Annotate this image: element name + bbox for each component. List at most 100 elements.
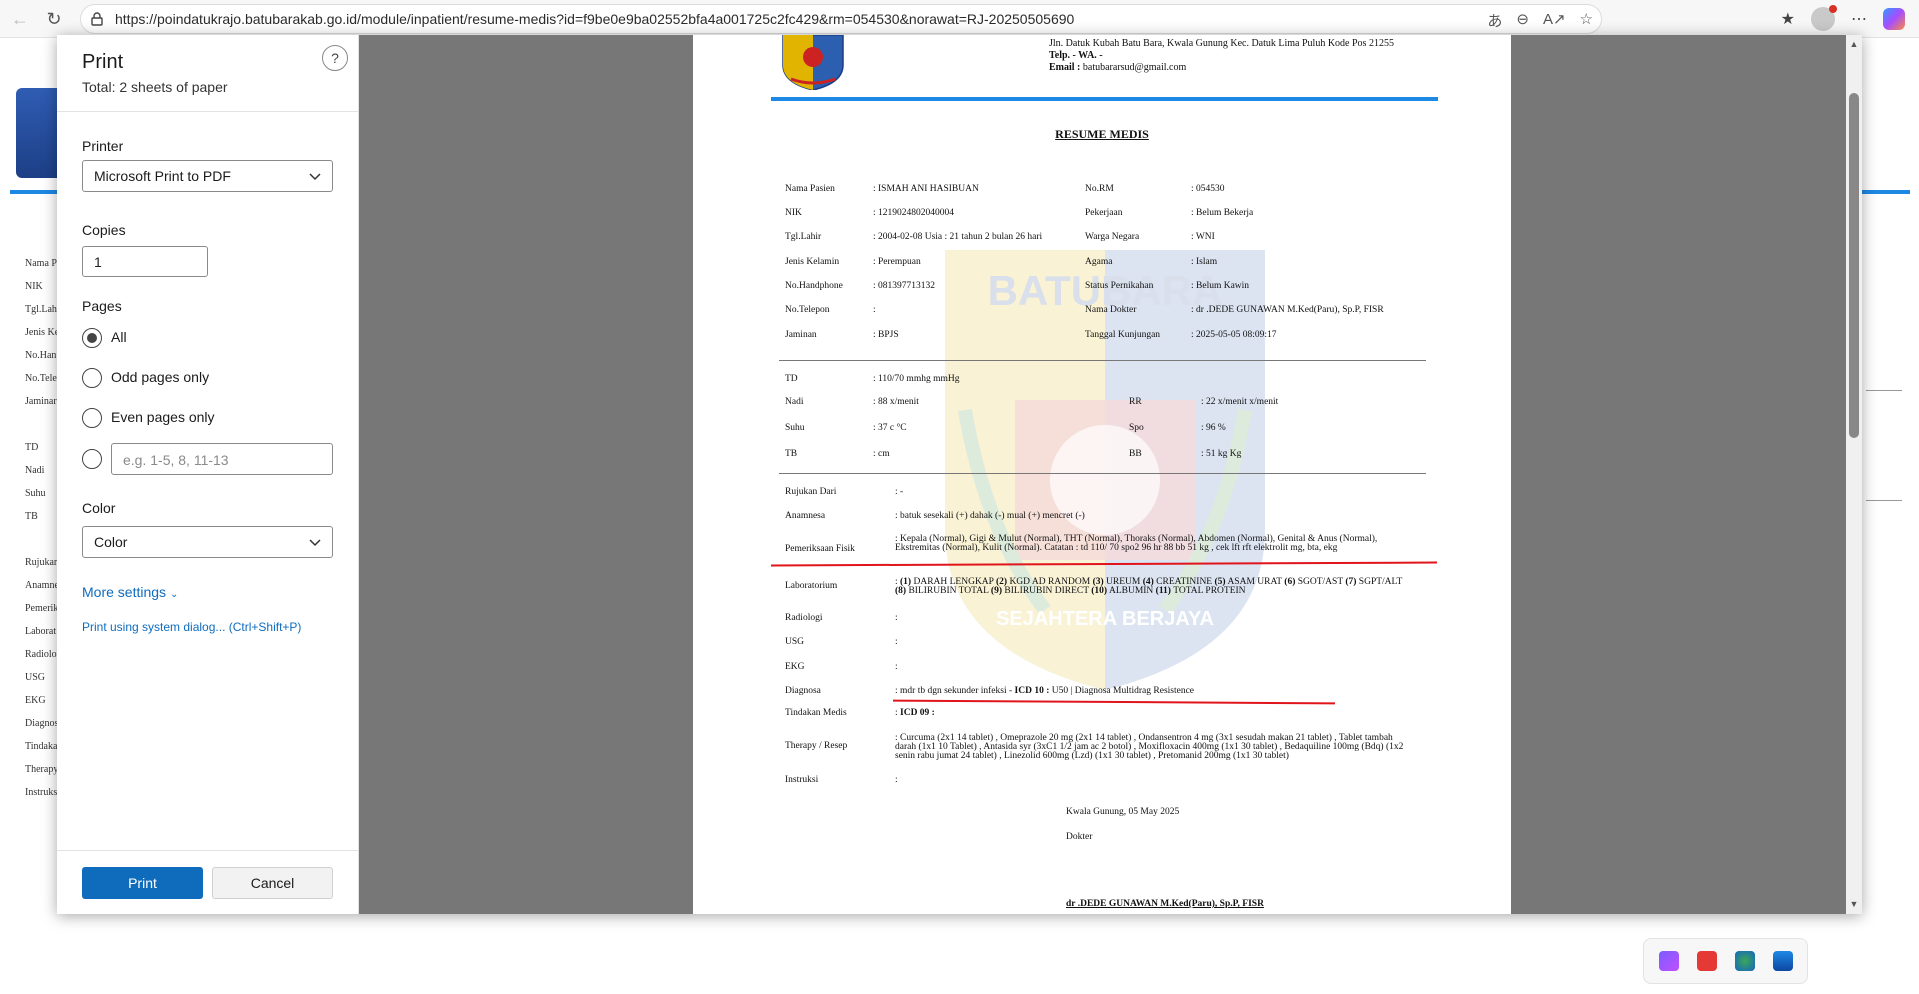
patient-label: No.Telepon	[785, 305, 830, 315]
signer-role: Dokter	[1066, 832, 1093, 842]
back-icon[interactable]: ←	[8, 7, 32, 31]
clinical-label: Instruksi	[785, 775, 819, 785]
favorites-icon[interactable]: ★	[1781, 9, 1795, 29]
color-select[interactable]: Color	[82, 526, 333, 558]
radio-custom[interactable]	[82, 449, 102, 469]
red-underline-annotation	[892, 699, 1336, 705]
clinical-label: Tindakan Medis	[785, 708, 847, 718]
patient-label: Tanggal Kunjungan	[1085, 330, 1161, 340]
bg-label: Tindaka	[25, 741, 58, 752]
chevron-down-icon: ⌄	[169, 589, 179, 600]
patient-value: : dr .DEDE GUNAWAN M.Ked(Paru), Sp.P, FI…	[1191, 305, 1384, 315]
help-button[interactable]: ?	[322, 45, 348, 71]
clinical-value: : batuk sesekali (+) dahak (-) mual (+) …	[895, 511, 1085, 521]
custom-pages-input[interactable]: e.g. 1-5, 8, 11-13	[111, 443, 333, 475]
scrollbar-thumb[interactable]	[1849, 93, 1859, 438]
read-aloud-icon[interactable]: A↗	[1543, 10, 1566, 31]
bg-label: Tgl.Lah	[25, 304, 57, 315]
clinical-label: Radiologi	[785, 613, 823, 623]
more-settings-label[interactable]: More settings	[82, 584, 166, 600]
lab-number: (10)	[1091, 586, 1108, 596]
radio-all-label[interactable]: All	[111, 329, 127, 345]
lab-item: SGPT/ALT	[1358, 577, 1403, 587]
scroll-up-icon[interactable]: ▲	[1849, 39, 1859, 49]
copies-input[interactable]: 1	[82, 246, 208, 277]
patient-label: Jenis Kelamin	[785, 257, 840, 267]
vital-label: Spo	[1129, 423, 1144, 433]
patient-label: Tgl.Lahir	[785, 232, 822, 242]
radio-even[interactable]	[82, 408, 102, 428]
address-bar[interactable]: https://poindatukrajo.batubarakab.go.id/…	[80, 4, 1602, 34]
patient-label: No.Handphone	[785, 281, 843, 291]
vital-value: : 96 %	[1201, 423, 1226, 433]
radio-all[interactable]	[82, 328, 102, 348]
pdf-extension-icon[interactable]	[1696, 951, 1717, 971]
clinical-label: Laboratorium	[785, 581, 838, 591]
document-title: RESUME MEDIS	[1055, 127, 1149, 141]
bg-label: Jaminar	[25, 396, 57, 407]
vital-value: : 110/70 mmhg mmHg	[873, 374, 960, 384]
lab-value: : (1) DARAH LENGKAP (2) KGD AD RANDOM (3…	[895, 577, 1415, 596]
scroll-down-icon[interactable]: ▼	[1849, 899, 1859, 909]
print-dialog: Print Total: 2 sheets of paper ? Printer…	[57, 35, 1862, 914]
patient-label: Nama Pasien	[785, 184, 835, 194]
copies-label: Copies	[82, 222, 126, 238]
more-settings-link[interactable]: More settings ⌄	[82, 584, 178, 600]
bg-label: Laborat	[25, 626, 57, 637]
vital-label: TB	[785, 449, 798, 459]
copilot-icon[interactable]	[1883, 8, 1905, 30]
patient-value: : 2004-02-08 Usia : 21 tahun 2 bulan 26 …	[873, 232, 1043, 242]
icd09-label: ICD 09 :	[900, 708, 935, 718]
more-menu-icon[interactable]: ⋯	[1851, 9, 1867, 29]
clinical-label: USG	[785, 637, 805, 647]
vital-value: : 88 x/menit	[873, 397, 919, 407]
refresh-icon[interactable]: ↻	[42, 7, 66, 31]
zoom-icon[interactable]: ⊖	[1516, 10, 1529, 31]
print-button[interactable]: Print	[82, 867, 203, 899]
bg-label: Radiolo	[25, 649, 57, 660]
print-preview-area: BATUBARA SEJAHTERA BERJAYA Jln. Datuk Ku…	[359, 35, 1862, 914]
cancel-button[interactable]: Cancel	[212, 867, 333, 899]
vital-label: Suhu	[785, 423, 805, 433]
system-dialog-link[interactable]: Print using system dialog... (Ctrl+Shift…	[82, 620, 301, 634]
bg-label: Anamne	[25, 580, 59, 591]
lab-item: BILIRUBIN TOTAL	[908, 586, 989, 596]
translate-icon[interactable]: あ	[1487, 10, 1502, 31]
patient-value: : 054530	[1191, 184, 1225, 194]
bg-label: TB	[25, 511, 38, 522]
vital-label: Nadi	[785, 397, 804, 407]
printer-select[interactable]: Microsoft Print to PDF	[82, 160, 333, 192]
clinical-value: :	[895, 613, 898, 623]
custom-pages-placeholder: e.g. 1-5, 8, 11-13	[123, 452, 229, 468]
radio-even-label[interactable]: Even pages only	[111, 409, 215, 425]
lab-number: (11)	[1155, 586, 1171, 596]
bg-divider	[1866, 500, 1902, 501]
color-value: Color	[94, 534, 128, 550]
clinical-value: : -	[895, 487, 904, 497]
patient-label: Status Pernikahan	[1085, 281, 1154, 291]
bg-label	[25, 534, 59, 557]
pages-label: Pages	[82, 298, 122, 314]
globe-extension-icon[interactable]	[1734, 951, 1755, 971]
lab-number: (8)	[895, 586, 907, 596]
shield-extension-icon[interactable]	[1772, 951, 1793, 971]
bg-label: Nadi	[25, 465, 45, 476]
lab-item: TOTAL PROTEIN	[1173, 586, 1246, 596]
patient-label: Jaminan	[785, 330, 817, 340]
preview-scrollbar[interactable]: ▲ ▼	[1846, 35, 1862, 914]
bg-divider	[1866, 390, 1902, 391]
patient-label: No.RM	[1085, 184, 1114, 194]
browser-toolbar: ← ↻ https://poindatukrajo.batubarakab.go…	[0, 0, 1919, 38]
favorite-star-icon[interactable]: ☆	[1580, 10, 1593, 31]
radio-odd-label[interactable]: Odd pages only	[111, 369, 209, 385]
vital-value: : 51 kg Kg	[1201, 449, 1242, 459]
profile-avatar[interactable]	[1811, 5, 1837, 31]
tindakan-colon: :	[895, 708, 898, 718]
hospital-logo	[782, 35, 844, 90]
site-info-icon[interactable]	[89, 11, 105, 27]
patient-value: : Belum Bekerja	[1191, 208, 1254, 218]
patient-value: : ISMAH ANI HASIBUAN	[873, 184, 979, 194]
radio-odd[interactable]	[82, 368, 102, 388]
url-text[interactable]: https://poindatukrajo.batubarakab.go.id/…	[115, 11, 1074, 27]
pen-extension-icon[interactable]	[1658, 951, 1679, 971]
